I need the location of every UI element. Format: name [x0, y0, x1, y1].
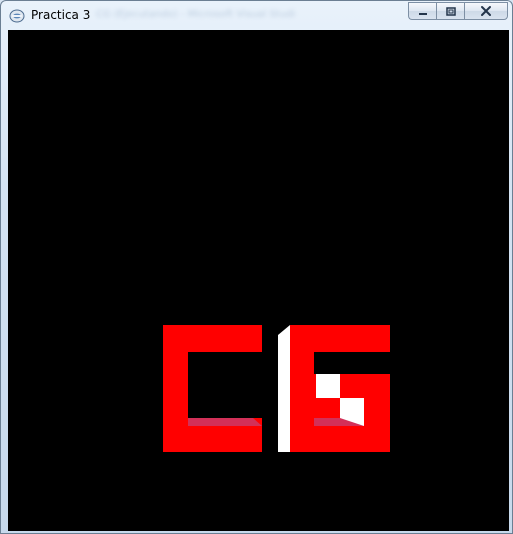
application-window: CG (Ejecutando) - Microsoft Visual Studi… [0, 0, 513, 534]
background-window-title: CG (Ejecutando) - Microsoft Visual Studi… [96, 9, 296, 20]
close-icon [479, 2, 493, 21]
window-title: Practica 3 [31, 8, 91, 22]
letter-c [163, 325, 262, 452]
letter-c-front [163, 325, 262, 452]
title-bar[interactable]: CG (Ejecutando) - Microsoft Visual Studi… [1, 1, 512, 29]
minimize-button[interactable] [408, 2, 436, 20]
opengl-canvas[interactable] [8, 30, 509, 531]
close-button[interactable] [464, 2, 508, 20]
letter-g [290, 325, 390, 452]
maximize-icon [445, 2, 457, 21]
letter-g-inner-white-upper [316, 374, 340, 398]
minimize-icon [417, 2, 429, 21]
window-controls [408, 2, 508, 21]
side-face [278, 325, 290, 452]
scene-render [163, 325, 390, 452]
letter-c-bottom-face [188, 418, 262, 426]
application-icon[interactable] [9, 8, 25, 24]
maximize-button[interactable] [436, 2, 464, 20]
